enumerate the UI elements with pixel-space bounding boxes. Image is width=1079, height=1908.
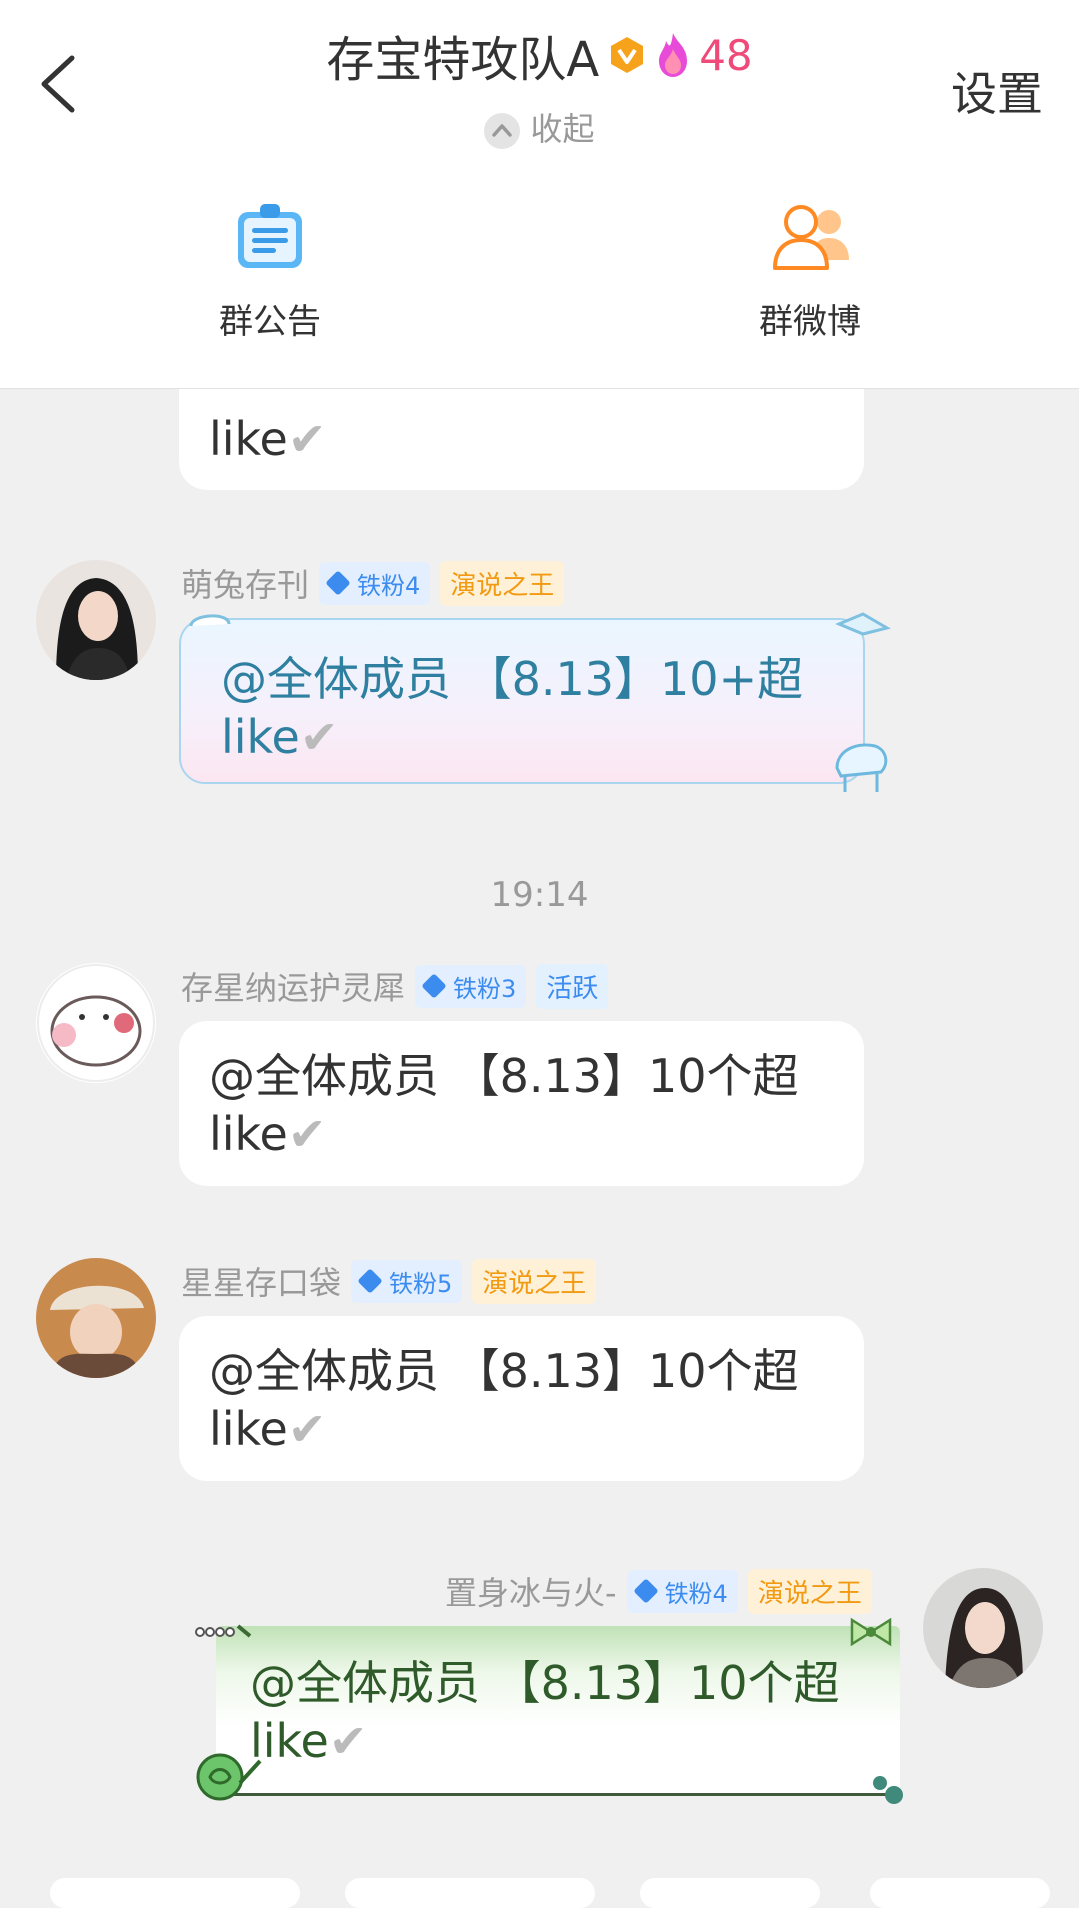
- group-weibo-button[interactable]: 群微博: [710, 200, 910, 343]
- title-badge: 演说之王: [747, 1568, 872, 1614]
- chat-header: 存宝特攻队A 48 收起 设置 群公告 群微博: [0, 0, 1079, 389]
- collapse-label: 收起: [530, 110, 595, 148]
- fan-level-badge: 铁粉4: [626, 1569, 738, 1613]
- diamond-icon: [325, 570, 351, 596]
- avatar[interactable]: [36, 963, 156, 1083]
- fan-level-badge: 铁粉3: [415, 964, 527, 1008]
- sender-name[interactable]: 存星纳运护灵犀: [181, 963, 405, 1009]
- message-text: @全体成员 【8.13】10+超 like✔: [221, 652, 804, 764]
- message-bubble[interactable]: @全体成员 【8.13】10个超 like✔: [179, 1021, 864, 1186]
- fan-level-badge: 铁粉5: [351, 1259, 463, 1303]
- quick-reply-pill[interactable]: [640, 1878, 820, 1908]
- settings-button[interactable]: 设置: [951, 58, 1043, 124]
- rose-decoration-icon: [196, 1753, 262, 1801]
- heat-count: 48: [699, 30, 753, 80]
- diamond-icon: [632, 1578, 659, 1604]
- message-bubble-decorated[interactable]: @全体成员 【8.13】10+超 like✔: [179, 612, 891, 792]
- berry-decoration-icon: [873, 1776, 903, 1804]
- quick-reply-pill[interactable]: [50, 1878, 300, 1908]
- message-bubble-decorated[interactable]: @全体成员 【8.13】10个超 like✔: [195, 1617, 903, 1804]
- sender-row: 萌兔存刊 铁粉4 演说之王: [181, 560, 565, 606]
- sender-row: 置身冰与火- 铁粉4 演说之王: [445, 1568, 872, 1614]
- message-text: @全体成员 【8.13】10个超 like✔: [250, 1656, 840, 1768]
- bow-decoration-icon: [850, 1617, 892, 1647]
- fan-level-badge: 铁粉4: [319, 561, 431, 605]
- fire-icon: [659, 33, 688, 77]
- sender-row: 星星存口袋 铁粉5 演说之王: [181, 1258, 597, 1304]
- pearl-decoration-icon: [195, 1624, 252, 1638]
- quick-reply-pill[interactable]: [345, 1878, 595, 1908]
- timestamp: 19:14: [490, 875, 589, 915]
- cloud-decoration-icon: [189, 614, 231, 627]
- title-badge: 活跃: [536, 963, 609, 1009]
- title-badge: 演说之王: [440, 560, 565, 606]
- chevron-up-icon: [484, 113, 521, 149]
- message-text: like✔: [209, 412, 327, 466]
- announcement-button[interactable]: 群公告: [170, 200, 370, 343]
- message-text: @全体成员 【8.13】10个超 like✔: [209, 1049, 799, 1161]
- sender-row: 存星纳运护灵犀 铁粉3 活跃: [181, 963, 609, 1009]
- message-text: @全体成员 【8.13】10个超 like✔: [209, 1344, 799, 1456]
- collapse-button[interactable]: 收起: [0, 104, 1079, 150]
- v-badge-icon: [611, 37, 644, 73]
- avatar[interactable]: [923, 1568, 1043, 1688]
- group-name: 存宝特攻队A: [326, 32, 600, 88]
- piano-decoration-icon: [835, 743, 888, 792]
- avatar[interactable]: [36, 560, 156, 680]
- diamond-icon: [421, 973, 447, 999]
- group-weibo-label: 群微博: [759, 302, 861, 342]
- avatar[interactable]: [36, 1258, 156, 1378]
- announcement-icon: [238, 204, 302, 268]
- sender-name[interactable]: 萌兔存刊: [181, 560, 309, 606]
- group-members-icon: [773, 205, 849, 270]
- quick-reply-pill[interactable]: [870, 1878, 1050, 1908]
- message-bubble[interactable]: @全体成员 【8.13】10个超 like✔: [179, 1316, 864, 1481]
- bird-decoration-icon: [835, 612, 891, 636]
- title-badge: 演说之王: [472, 1258, 597, 1304]
- group-title[interactable]: 存宝特攻队A 48: [0, 20, 1079, 90]
- announcement-label: 群公告: [219, 302, 321, 342]
- sender-name[interactable]: 星星存口袋: [181, 1258, 341, 1304]
- diamond-icon: [357, 1268, 383, 1294]
- sender-name[interactable]: 置身冰与火-: [445, 1568, 617, 1614]
